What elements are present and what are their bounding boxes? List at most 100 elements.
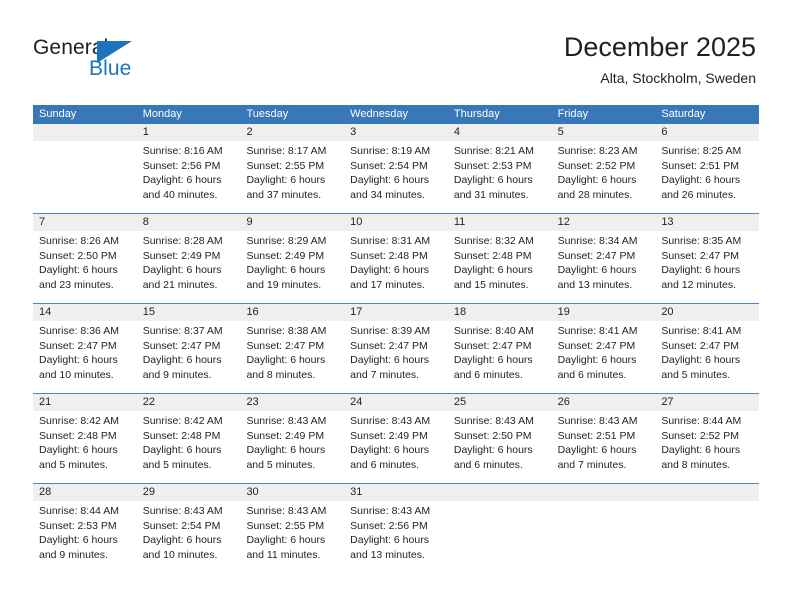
day-number: 30 [240, 484, 345, 501]
day-cell-31[interactable]: 31 Sunrise: 8:43 AM Sunset: 2:56 PM Dayligh… [344, 484, 448, 573]
day-detail-line: Daylight: 6 hours [246, 354, 326, 367]
day-detail-line: and 6 minutes. [453, 458, 523, 471]
day-details: Sunrise: 8:21 AM Sunset: 2:53 PM Daylight:… [448, 141, 552, 202]
day-detail-line: Sunrise: 8:41 AM [661, 325, 742, 337]
day-detail-line: Sunset: 2:49 PM [142, 249, 221, 262]
day-detail-line: and 19 minutes. [246, 278, 322, 291]
day-cell-20[interactable]: 20 Sunrise: 8:41 AM Sunset: 2:47 PM Dayligh… [655, 304, 760, 393]
day-cell-1[interactable]: 1 Sunrise: 8:16 AM Sunset: 2:56 PM Daylight… [136, 124, 241, 213]
day-cell-14[interactable]: 14 Sunrise: 8:36 AM Sunset: 2:47 PM Dayligh… [33, 304, 137, 393]
day-number: 29 [136, 484, 241, 501]
day-detail-line: Daylight: 6 hours [557, 354, 637, 367]
day-detail-line: Sunrise: 8:42 AM [39, 415, 119, 427]
weekday-header-saturday: Saturday [661, 108, 706, 120]
day-detail-line: Sunset: 2:51 PM [661, 159, 739, 172]
day-detail-line: Sunset: 2:47 PM [142, 339, 221, 352]
day-cell-22[interactable]: 22 Sunrise: 8:42 AM Sunset: 2:48 PM Dayligh… [136, 394, 241, 483]
day-number: 11 [447, 214, 552, 231]
day-details: Sunrise: 8:23 AM Sunset: 2:52 PM Daylight:… [552, 141, 656, 202]
day-detail-line: Sunset: 2:50 PM [39, 249, 117, 262]
calendar-week-row: 7 Sunrise: 8:26 AM Sunset: 2:50 PM Daylight… [33, 213, 760, 303]
day-details: Sunrise: 8:35 AM Sunset: 2:47 PM Daylight:… [655, 231, 759, 292]
day-cell-8[interactable]: 8 Sunrise: 8:28 AM Sunset: 2:49 PM Daylight… [136, 214, 241, 303]
day-cell-16[interactable]: 16 Sunrise: 8:38 AM Sunset: 2:47 PM Dayligh… [240, 304, 345, 393]
day-detail-line: Sunrise: 8:34 AM [557, 235, 638, 247]
day-number: 14 [33, 304, 137, 321]
day-cell-30[interactable]: 30 Sunrise: 8:43 AM Sunset: 2:55 PM Dayligh… [240, 484, 345, 573]
day-cell-9[interactable]: 9 Sunrise: 8:29 AM Sunset: 2:49 PM Daylight… [240, 214, 345, 303]
day-details: Sunrise: 8:28 AM Sunset: 2:49 PM Daylight:… [137, 231, 241, 292]
day-detail-line: Daylight: 6 hours [39, 534, 118, 547]
day-details: Sunrise: 8:32 AM Sunset: 2:48 PM Daylight:… [448, 231, 552, 292]
day-cell-4[interactable]: 4 Sunrise: 8:21 AM Sunset: 2:53 PM Daylight… [447, 124, 552, 213]
day-detail-line: and 10 minutes. [39, 368, 114, 381]
day-detail-line: Sunset: 2:49 PM [350, 429, 428, 442]
day-cell-23[interactable]: 23 Sunrise: 8:43 AM Sunset: 2:49 PM Dayligh… [240, 394, 345, 483]
day-cell-21[interactable]: 21 Sunrise: 8:42 AM Sunset: 2:48 PM Dayligh… [33, 394, 137, 483]
day-cell-empty [551, 484, 656, 573]
day-detail-line: and 9 minutes. [39, 548, 108, 561]
day-number: 18 [447, 304, 552, 321]
day-detail-line: Sunset: 2:47 PM [661, 339, 739, 352]
day-detail-line: Sunrise: 8:31 AM [350, 235, 431, 247]
day-cell-10[interactable]: 10 Sunrise: 8:31 AM Sunset: 2:48 PM Dayligh… [344, 214, 448, 303]
day-detail-line: Sunset: 2:56 PM [350, 519, 428, 532]
day-cell-24[interactable]: 24 Sunrise: 8:43 AM Sunset: 2:49 PM Dayligh… [344, 394, 448, 483]
day-cell-27[interactable]: 27 Sunrise: 8:44 AM Sunset: 2:52 PM Dayligh… [655, 394, 760, 483]
day-detail-line: Sunrise: 8:26 AM [39, 235, 119, 247]
day-cell-26[interactable]: 26 Sunrise: 8:43 AM Sunset: 2:51 PM Dayligh… [551, 394, 656, 483]
day-detail-line: Daylight: 6 hours [453, 174, 533, 187]
day-detail-line: Sunset: 2:48 PM [39, 429, 117, 442]
day-cell-28[interactable]: 28 Sunrise: 8:44 AM Sunset: 2:53 PM Dayligh… [33, 484, 137, 573]
day-detail-line: Sunset: 2:52 PM [661, 429, 739, 442]
day-cell-18[interactable]: 18 Sunrise: 8:40 AM Sunset: 2:47 PM Dayligh… [447, 304, 552, 393]
day-number [655, 484, 760, 501]
day-cell-5[interactable]: 5 Sunrise: 8:23 AM Sunset: 2:52 PM Daylight… [551, 124, 656, 213]
day-cell-empty [33, 124, 137, 213]
day-detail-line: and 6 minutes. [453, 368, 523, 381]
day-cell-7[interactable]: 7 Sunrise: 8:26 AM Sunset: 2:50 PM Daylight… [33, 214, 137, 303]
day-details: Sunrise: 8:43 AM Sunset: 2:56 PM Daylight:… [344, 501, 448, 562]
day-detail-line: and 26 minutes. [661, 188, 737, 201]
day-cell-3[interactable]: 3 Sunrise: 8:19 AM Sunset: 2:54 PM Daylight… [344, 124, 448, 213]
day-detail-line: Daylight: 6 hours [142, 174, 222, 187]
weekday-header-tuesday: Tuesday [246, 108, 289, 120]
day-details: Sunrise: 8:17 AM Sunset: 2:55 PM Daylight:… [240, 141, 344, 202]
general-blue-logo[interactable]: General Blue [33, 36, 163, 88]
day-cell-empty [447, 484, 552, 573]
day-detail-line: Sunset: 2:53 PM [453, 159, 532, 172]
day-detail-line: and 21 minutes. [142, 278, 218, 291]
day-detail-line: Sunset: 2:56 PM [142, 159, 221, 172]
weekday-header-thursday: Thursday [453, 108, 500, 120]
day-cell-13[interactable]: 13 Sunrise: 8:35 AM Sunset: 2:47 PM Dayligh… [655, 214, 760, 303]
day-detail-line: and 8 minutes. [661, 458, 731, 471]
day-details: Sunrise: 8:41 AM Sunset: 2:47 PM Daylight:… [552, 321, 656, 382]
day-detail-line: Daylight: 6 hours [39, 354, 118, 367]
day-number [551, 484, 656, 501]
day-detail-line: Sunrise: 8:16 AM [142, 145, 223, 157]
day-cell-17[interactable]: 17 Sunrise: 8:39 AM Sunset: 2:47 PM Dayligh… [344, 304, 448, 393]
weekday-header-row: Sunday Monday Tuesday Wednesday Thursday Frid… [33, 105, 759, 124]
day-detail-line: Daylight: 6 hours [350, 264, 429, 277]
day-number: 15 [136, 304, 241, 321]
day-detail-line: and 6 minutes. [350, 458, 420, 471]
day-cell-11[interactable]: 11 Sunrise: 8:32 AM Sunset: 2:48 PM Dayligh… [447, 214, 552, 303]
day-detail-line: Sunrise: 8:23 AM [557, 145, 638, 157]
day-details: Sunrise: 8:36 AM Sunset: 2:47 PM Daylight:… [33, 321, 137, 382]
day-cell-19[interactable]: 19 Sunrise: 8:41 AM Sunset: 2:47 PM Dayligh… [551, 304, 656, 393]
day-cell-12[interactable]: 12 Sunrise: 8:34 AM Sunset: 2:47 PM Dayligh… [551, 214, 656, 303]
day-detail-line: and 13 minutes. [557, 278, 633, 291]
day-cell-15[interactable]: 15 Sunrise: 8:37 AM Sunset: 2:47 PM Dayligh… [136, 304, 241, 393]
day-number: 8 [136, 214, 241, 231]
day-detail-line: Sunrise: 8:35 AM [661, 235, 742, 247]
day-cell-6[interactable]: 6 Sunrise: 8:25 AM Sunset: 2:51 PM Daylight… [655, 124, 760, 213]
day-cell-25[interactable]: 25 Sunrise: 8:43 AM Sunset: 2:50 PM Dayligh… [447, 394, 552, 483]
day-number: 6 [655, 124, 760, 141]
day-detail-line: Daylight: 6 hours [142, 264, 222, 277]
day-cell-29[interactable]: 29 Sunrise: 8:43 AM Sunset: 2:54 PM Dayligh… [136, 484, 241, 573]
day-cell-2[interactable]: 2 Sunrise: 8:17 AM Sunset: 2:55 PM Daylight… [240, 124, 345, 213]
day-details: Sunrise: 8:16 AM Sunset: 2:56 PM Daylight:… [137, 141, 241, 202]
logo-text-blue: Blue [89, 57, 132, 80]
day-number [447, 484, 552, 501]
day-detail-line: Sunset: 2:51 PM [557, 429, 636, 442]
